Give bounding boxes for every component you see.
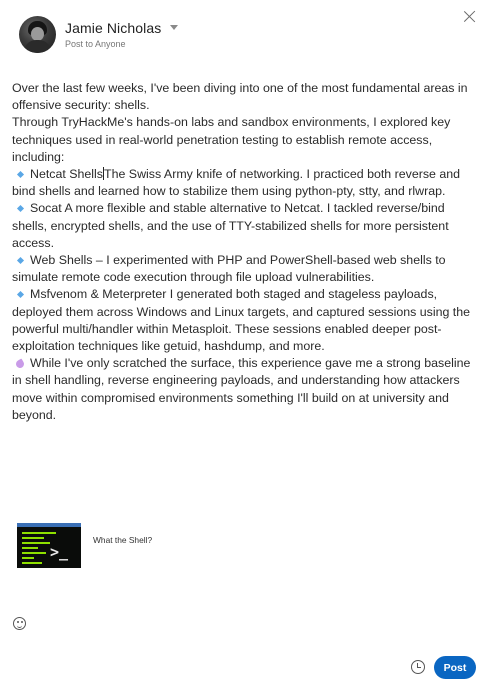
author-selector[interactable]: Jamie Nicholas Post to Anyone	[65, 19, 179, 49]
small-blue-diamond-icon	[16, 256, 25, 264]
terminal-thumbnail: >_	[17, 523, 81, 568]
post-context: Through TryHackMe's hands-on labs and sa…	[12, 115, 451, 164]
clock-icon[interactable]	[411, 660, 425, 674]
post-editor[interactable]: Over the last few weeks, I've been divin…	[12, 80, 474, 424]
list-item: Netcat ShellsThe Swiss Army knife of net…	[12, 166, 474, 200]
post-closing: While I've only scratched the surface, t…	[12, 355, 474, 424]
list-item: Msfvenom & Meterpreter I generated both …	[12, 286, 474, 355]
item-title: Socat	[30, 201, 62, 216]
small-blue-diamond-icon	[16, 170, 25, 178]
post-button[interactable]: Post	[434, 656, 476, 679]
smiley-icon[interactable]	[13, 617, 26, 630]
item-title: Msfvenom & Meterpreter	[30, 287, 167, 302]
author-name-row[interactable]: Jamie Nicholas	[65, 19, 179, 36]
item-body: A more flexible and stable alternative t…	[12, 201, 449, 250]
avatar	[19, 15, 56, 53]
author-name: Jamie Nicholas	[65, 19, 162, 36]
close-icon[interactable]	[463, 10, 477, 24]
list-item: Web Shells – I experimented with PHP and…	[12, 252, 474, 286]
audience-label[interactable]: Post to Anyone	[65, 39, 178, 49]
list-item: Socat A more flexible and stable alterna…	[12, 200, 474, 252]
closing-text: While I've only scratched the surface, t…	[12, 356, 471, 422]
post-author-header: Jamie Nicholas Post to Anyone	[19, 14, 179, 54]
terminal-prompt-glyph: >_	[50, 543, 69, 561]
sparkles-icon	[14, 358, 26, 370]
item-title: Netcat Shells	[30, 167, 104, 182]
small-blue-diamond-icon	[16, 291, 25, 299]
link-preview-card[interactable]: >_ What the Shell?	[17, 523, 152, 568]
link-preview-title: What the Shell?	[93, 535, 153, 545]
post-intro: Over the last few weeks, I've been divin…	[12, 81, 468, 113]
chevron-down-icon[interactable]	[170, 25, 179, 30]
item-title: Web Shells	[30, 253, 93, 268]
small-blue-diamond-icon	[16, 205, 25, 213]
